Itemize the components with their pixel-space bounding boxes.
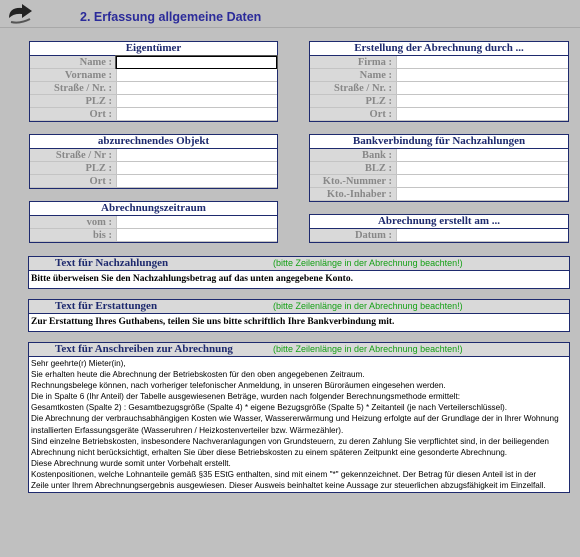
cover-letter-text-field[interactable]: Sehr geehrte(r) Mieter(in), Sie erhalten… bbox=[29, 357, 569, 492]
creator-city-label: Ort : bbox=[310, 108, 396, 121]
creator-zip-field[interactable] bbox=[396, 95, 568, 108]
creator-name-label: Name : bbox=[310, 69, 396, 82]
bank-name-label: Bank : bbox=[310, 149, 396, 162]
owner-zip-field[interactable] bbox=[116, 95, 277, 108]
owner-section: Eigentümer Name : Vorname : Straße / Nr.… bbox=[29, 41, 278, 122]
property-zip-field[interactable] bbox=[116, 162, 277, 175]
account-number-field[interactable] bbox=[396, 175, 568, 188]
section-title: abzurechnendes Objekt bbox=[30, 135, 277, 149]
section-title: Abrechnung erstellt am ... bbox=[310, 215, 568, 229]
additional-payment-text-section: Text für Nachzahlungen (bitte Zeilenläng… bbox=[28, 256, 570, 289]
text-line: Die Abrechnung der verbrauchsabhängigen … bbox=[31, 414, 559, 424]
section-title: Text für Erstattungen bbox=[55, 300, 158, 312]
text-line: Sehr geehrte(r) Mieter(in), bbox=[31, 359, 126, 368]
curved-arrow-icon bbox=[9, 4, 32, 24]
text-line: Gesamtkosten (Spalte 2) : Gesamtbezugsgr… bbox=[31, 403, 508, 413]
property-street-label: Straße / Nr : bbox=[30, 149, 116, 162]
bank-code-label: BLZ : bbox=[310, 162, 396, 175]
property-city-label: Ort : bbox=[30, 175, 116, 188]
line-length-hint: (bitte Zeilenlänge in der Abrechnung bea… bbox=[273, 301, 463, 311]
text-line: Sie erhalten heute die Abrechnung der Be… bbox=[31, 370, 365, 380]
creator-zip-label: PLZ : bbox=[310, 95, 396, 108]
section-title: Erstellung der Abrechnung durch ... bbox=[310, 42, 568, 56]
text-line: Zeile unter Ihrem Abrechnungsergebnis au… bbox=[31, 481, 546, 491]
account-holder-label: Kto.-Inhaber : bbox=[310, 188, 396, 201]
section-title: Eigentümer bbox=[30, 42, 277, 56]
text-line: Rechnungsbelege können, nach vorheriger … bbox=[31, 381, 446, 391]
owner-street-label: Straße / Nr. : bbox=[30, 82, 116, 95]
owner-city-label: Ort : bbox=[30, 108, 116, 121]
creator-company-label: Firma : bbox=[310, 56, 396, 69]
account-holder-field[interactable] bbox=[396, 188, 568, 201]
owner-name-label: Name : bbox=[30, 56, 116, 69]
property-zip-label: PLZ : bbox=[30, 162, 116, 175]
property-section: abzurechnendes Objekt Straße / Nr : PLZ … bbox=[29, 134, 278, 189]
creator-street-field[interactable] bbox=[396, 82, 568, 95]
account-number-label: Kto.-Nummer : bbox=[310, 175, 396, 188]
creator-name-field[interactable] bbox=[396, 69, 568, 82]
line-length-hint: (bitte Zeilenlänge in der Abrechnung bea… bbox=[273, 344, 463, 354]
owner-firstname-field[interactable] bbox=[116, 69, 277, 82]
creator-company-field[interactable] bbox=[396, 56, 568, 69]
date-label: Datum : bbox=[310, 229, 396, 242]
owner-zip-label: PLZ : bbox=[30, 95, 116, 108]
text-line: Diese Abrechnung wurde somit unter Vorbe… bbox=[31, 458, 231, 468]
text-line: installierten Erfassungsgeräte (Wasseruh… bbox=[31, 425, 344, 435]
creator-city-field[interactable] bbox=[396, 108, 568, 121]
creator-section: Erstellung der Abrechnung durch ... Firm… bbox=[309, 41, 569, 122]
owner-street-field[interactable] bbox=[116, 82, 277, 95]
additional-payment-text-field[interactable]: Bitte überweisen Sie den Nachzahlungsbet… bbox=[29, 271, 569, 288]
section-title: Abrechnungszeitraum bbox=[30, 202, 277, 216]
period-to-label: bis : bbox=[30, 229, 116, 242]
section-title: Bankverbindung für Nachzahlungen bbox=[310, 135, 568, 149]
text-line: Kostenpositionen, welche Lohnanteile gem… bbox=[31, 469, 537, 479]
text-line: Abrechnung nicht berücksichtigt, erhalte… bbox=[31, 447, 508, 457]
section-title: Text für Anschreiben zur Abrechnung bbox=[55, 343, 233, 355]
text-line: Die in Spalte 6 (Ihr Anteil) der Tabelle… bbox=[31, 392, 461, 402]
cover-letter-section: Text für Anschreiben zur Abrechnung (bit… bbox=[28, 342, 570, 494]
bank-name-field[interactable] bbox=[396, 149, 568, 162]
text-line: Sind einzelne Betriebskosten, insbesonde… bbox=[31, 436, 549, 446]
line-length-hint: (bitte Zeilenlänge in der Abrechnung bea… bbox=[273, 258, 463, 268]
bank-section: Bankverbindung für Nachzahlungen Bank : … bbox=[309, 134, 569, 202]
creator-street-label: Straße / Nr. : bbox=[310, 82, 396, 95]
section-title: Text für Nachzahlungen bbox=[55, 257, 169, 269]
page-title: 2. Erfassung allgemeine Daten bbox=[80, 10, 262, 24]
property-city-field[interactable] bbox=[116, 175, 277, 188]
owner-city-field[interactable] bbox=[116, 108, 277, 121]
period-section: Abrechnungszeitraum vom : bis : bbox=[29, 201, 278, 243]
refund-text-section: Text für Erstattungen (bitte Zeilenlänge… bbox=[28, 299, 570, 332]
date-field[interactable] bbox=[396, 229, 568, 242]
period-to-field[interactable] bbox=[116, 229, 277, 242]
owner-name-field[interactable] bbox=[115, 55, 278, 70]
period-from-label: vom : bbox=[30, 216, 116, 229]
bank-code-field[interactable] bbox=[396, 162, 568, 175]
property-street-field[interactable] bbox=[116, 149, 277, 162]
refund-text-field[interactable]: Zur Erstattung Ihres Guthabens, teilen S… bbox=[29, 314, 569, 331]
owner-firstname-label: Vorname : bbox=[30, 69, 116, 82]
period-from-field[interactable] bbox=[116, 216, 277, 229]
divider bbox=[0, 27, 580, 28]
created-date-section: Abrechnung erstellt am ... Datum : bbox=[309, 214, 569, 243]
